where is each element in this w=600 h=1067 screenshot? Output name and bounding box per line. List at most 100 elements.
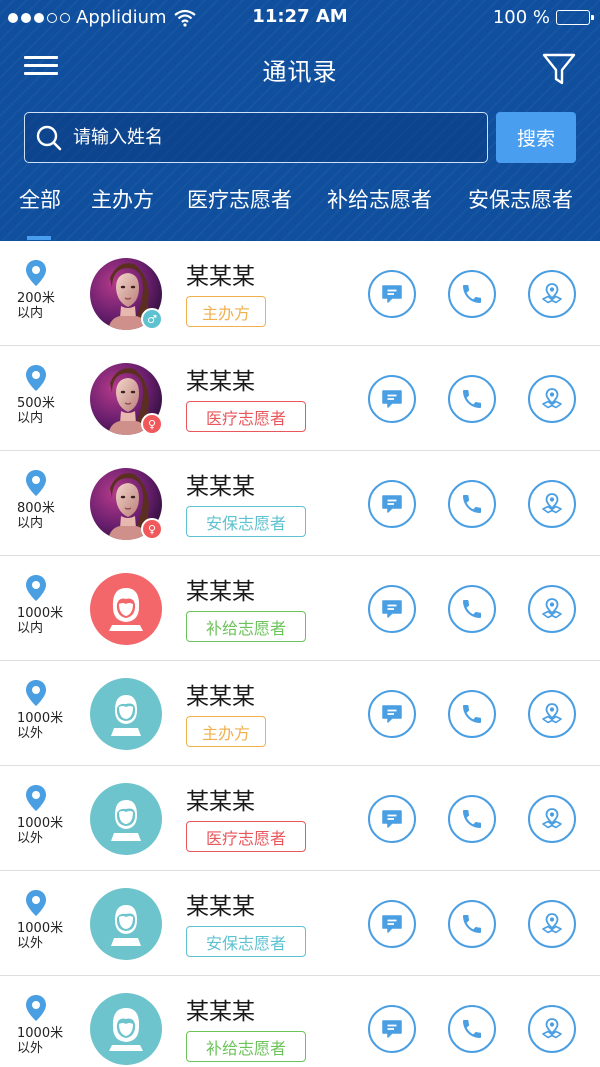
navigation-icon: [542, 1018, 562, 1039]
message-button[interactable]: [368, 270, 416, 318]
navigate-button[interactable]: [528, 480, 576, 528]
phone-icon: [463, 705, 481, 723]
message-icon: [382, 1020, 402, 1038]
distance-range: 以外: [17, 1041, 44, 1056]
navigation-icon: [542, 703, 562, 724]
role-tag: 安保志愿者: [186, 926, 306, 957]
male-icon: ♂: [141, 308, 163, 330]
distance-value: 1000米: [17, 816, 64, 831]
contact-list: 200米 以内 ♂ 某某某 主办方 500米 以内 ♀ 某某某 医疗志愿者 80…: [0, 241, 600, 1067]
message-button[interactable]: [368, 1005, 416, 1053]
phone-icon: [463, 390, 481, 408]
navigation-icon: [542, 808, 562, 829]
navigate-button[interactable]: [528, 900, 576, 948]
navigate-button[interactable]: [528, 795, 576, 843]
navigate-button[interactable]: [528, 270, 576, 318]
filter-icon: [542, 53, 576, 85]
call-button[interactable]: [448, 585, 496, 633]
distance-info: 1000米 以外: [8, 679, 64, 741]
message-icon: [382, 390, 402, 408]
distance-value: 1000米: [17, 606, 64, 621]
female-default-avatar-icon[interactable]: [90, 993, 162, 1065]
role-tag: 主办方: [186, 716, 266, 747]
menu-button[interactable]: [24, 52, 58, 84]
battery-percentage: 100 %: [492, 7, 550, 28]
distance-info: 1000米 以外: [8, 994, 64, 1056]
message-icon: [382, 285, 402, 303]
phone-icon: [463, 1020, 481, 1038]
battery-icon: [556, 10, 594, 25]
battery-info: 100 %: [492, 7, 594, 28]
search-icon: [36, 125, 62, 150]
tab-organizer[interactable]: 主办方: [91, 184, 154, 214]
tab-medical-volunteer[interactable]: 医疗志愿者: [187, 184, 292, 214]
call-button[interactable]: [448, 900, 496, 948]
location-pin-icon: [26, 470, 46, 496]
female-default-avatar-icon[interactable]: [90, 573, 162, 645]
distance-info: 500米 以内: [8, 364, 64, 426]
female-icon: ♀: [141, 413, 163, 435]
phone-icon: [463, 915, 481, 933]
role-tag: 补给志愿者: [186, 611, 306, 642]
contact-name: 某某某: [186, 684, 255, 710]
menu-icon-line: [24, 72, 58, 75]
filter-button[interactable]: [540, 50, 578, 88]
contact-row[interactable]: 1000米 以外 某某某 安保志愿者: [0, 871, 600, 976]
message-icon: [382, 705, 402, 723]
contact-row[interactable]: 200米 以内 ♂ 某某某 主办方: [0, 241, 600, 346]
distance-range: 以外: [17, 726, 44, 741]
navigate-button[interactable]: [528, 585, 576, 633]
message-button[interactable]: [368, 480, 416, 528]
message-button[interactable]: [368, 375, 416, 423]
distance-value: 1000米: [17, 921, 64, 936]
phone-icon: [463, 495, 481, 513]
call-button[interactable]: [448, 375, 496, 423]
call-button[interactable]: [448, 480, 496, 528]
category-tabs: 全部 主办方 医疗志愿者 补给志愿者 安保志愿者: [0, 178, 600, 241]
message-button[interactable]: [368, 795, 416, 843]
message-button[interactable]: [368, 585, 416, 633]
message-button[interactable]: [368, 690, 416, 738]
contact-row[interactable]: 500米 以内 ♀ 某某某 医疗志愿者: [0, 346, 600, 451]
tab-security-volunteer[interactable]: 安保志愿者: [468, 184, 573, 214]
male-default-avatar-icon[interactable]: [90, 888, 162, 960]
distance-info: 800米 以内: [8, 469, 64, 531]
distance-range: 以外: [17, 831, 44, 846]
message-icon: [382, 915, 402, 933]
message-icon: [382, 600, 402, 618]
call-button[interactable]: [448, 795, 496, 843]
role-tag: 医疗志愿者: [186, 821, 306, 852]
contact-name: 某某某: [186, 579, 255, 605]
location-pin-icon: [26, 365, 46, 391]
search-input[interactable]: [73, 127, 473, 148]
distance-info: 200米 以内: [8, 259, 64, 321]
distance-info: 1000米 以外: [8, 784, 64, 846]
navigate-button[interactable]: [528, 690, 576, 738]
contact-row[interactable]: 1000米 以外 某某某 医疗志愿者: [0, 766, 600, 871]
phone-icon: [463, 810, 481, 828]
distance-range: 以内: [17, 621, 44, 636]
call-button[interactable]: [448, 270, 496, 318]
message-button[interactable]: [368, 900, 416, 948]
male-default-avatar-icon[interactable]: [90, 678, 162, 750]
menu-icon-line: [24, 64, 58, 67]
location-pin-icon: [26, 680, 46, 706]
contact-row[interactable]: 800米 以内 ♀ 某某某 安保志愿者: [0, 451, 600, 556]
male-default-avatar-icon[interactable]: [90, 783, 162, 855]
tab-supply-volunteer[interactable]: 补给志愿者: [327, 184, 432, 214]
location-pin-icon: [26, 890, 46, 916]
contact-row[interactable]: 1000米 以外 某某某 主办方: [0, 661, 600, 766]
distance-range: 以内: [17, 516, 44, 531]
call-button[interactable]: [448, 1005, 496, 1053]
search-button[interactable]: 搜索: [496, 112, 576, 163]
distance-info: 1000米 以内: [8, 574, 64, 636]
navigation-bar: 通讯录: [0, 40, 600, 96]
call-button[interactable]: [448, 690, 496, 738]
navigate-button[interactable]: [528, 375, 576, 423]
contact-row[interactable]: 1000米 以内 某某某 补给志愿者: [0, 556, 600, 661]
navigate-button[interactable]: [528, 1005, 576, 1053]
message-icon: [382, 810, 402, 828]
phone-icon: [463, 285, 481, 303]
tab-all[interactable]: 全部: [19, 184, 61, 214]
contact-row[interactable]: 1000米 以外 某某某 补给志愿者: [0, 976, 600, 1067]
